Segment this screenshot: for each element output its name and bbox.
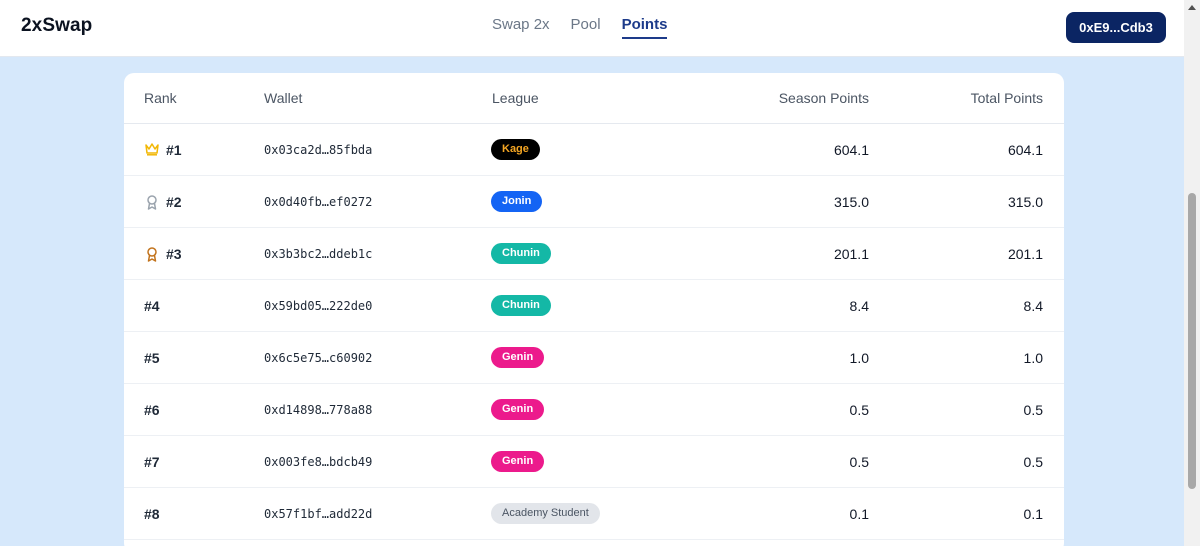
scroll-up-arrow-icon[interactable] (1188, 5, 1196, 10)
table-row[interactable]: #3 0x3b3bc2…ddeb1c Chunin 201.1 201.1 (124, 228, 1064, 280)
rank-cell: #3 (144, 228, 182, 279)
rank-cell: #8 (144, 488, 160, 539)
rank-label: #8 (144, 505, 160, 522)
wallet-address[interactable]: 0x6c5e75…c60902 (264, 332, 372, 383)
total-points-value: 0.5 (1023, 401, 1043, 418)
rank-cell: #6 (144, 384, 160, 435)
league-badge: Genin (491, 399, 545, 420)
wallet-address[interactable]: 0xd14898…778a88 (264, 384, 372, 435)
wallet-address[interactable]: 0x03ca2d…85fbda (264, 124, 372, 175)
rank-cell: #2 (144, 176, 182, 227)
league-badge: Academy Student (491, 503, 600, 524)
table-header: Rank Wallet League Season Points Total P… (124, 73, 1064, 124)
app-window: 2xSwap Swap 2x Pool Points 0xE9...Cdb3 R… (0, 0, 1200, 546)
season-points-value: 604.1 (833, 141, 869, 158)
total-points-value: 0.1 (1023, 505, 1043, 522)
league-badge: Jonin (491, 191, 543, 212)
league-cell: Chunin (491, 280, 551, 331)
league-badge: Genin (491, 347, 545, 368)
rank-label: #5 (144, 349, 160, 366)
total-points-value: 0.5 (1023, 453, 1043, 470)
wallet-address[interactable]: 0x3b3bc2…ddeb1c (264, 228, 372, 279)
rank-label: #1 (166, 141, 182, 158)
league-badge: Chunin (491, 243, 551, 264)
medal-icon (144, 194, 160, 210)
season-points-value: 0.5 (849, 453, 869, 470)
league-badge: Kage (491, 139, 540, 160)
rank-label: #2 (166, 193, 182, 210)
column-header-total-points: Total Points (970, 90, 1043, 106)
column-header-league: League (492, 90, 539, 106)
top-header: 2xSwap Swap 2x Pool Points 0xE9...Cdb3 (0, 0, 1184, 57)
season-points-value: 8.4 (849, 297, 869, 314)
table-row[interactable]: #7 0x003fe8…bdcb49 Genin 0.5 0.5 (124, 436, 1064, 488)
league-cell: Chunin (491, 228, 551, 279)
table-row[interactable]: #2 0x0d40fb…ef0272 Jonin 315.0 315.0 (124, 176, 1064, 228)
medal-icon (144, 246, 160, 262)
wallet-address[interactable]: 0x57f1bf…add22d (264, 488, 372, 539)
total-points-value: 201.1 (1007, 245, 1043, 262)
wallet-address[interactable]: 0x59bd05…222de0 (264, 280, 372, 331)
rank-cell: #1 (144, 124, 182, 175)
table-row[interactable]: #4 0x59bd05…222de0 Chunin 8.4 8.4 (124, 280, 1064, 332)
rank-label: #4 (144, 297, 160, 314)
league-cell: Academy Student (491, 488, 600, 539)
leaderboard-card: Rank Wallet League Season Points Total P… (124, 73, 1064, 546)
league-cell: Genin (491, 332, 545, 383)
league-cell: Genin (491, 436, 545, 487)
rank-cell: #5 (144, 332, 160, 383)
season-points-value: 315.0 (833, 193, 869, 210)
rank-label: #3 (166, 245, 182, 262)
rank-cell: #7 (144, 436, 160, 487)
total-points-value: 1.0 (1023, 349, 1043, 366)
total-points-value: 604.1 (1007, 141, 1043, 158)
rank-label: #7 (144, 453, 160, 470)
league-cell: Jonin (491, 176, 543, 227)
season-points-value: 0.5 (849, 401, 869, 418)
page-scrollbar[interactable] (1184, 0, 1200, 546)
wallet-address[interactable]: 0x0d40fb…ef0272 (264, 176, 372, 227)
tab-pool[interactable]: Pool (571, 16, 601, 39)
crown-icon (144, 142, 160, 158)
wallet-address[interactable]: 0x003fe8…bdcb49 (264, 436, 372, 487)
league-cell: Kage (491, 124, 540, 175)
scrollbar-thumb[interactable] (1188, 193, 1196, 489)
wallet-connect-button[interactable]: 0xE9...Cdb3 (1066, 12, 1166, 43)
season-points-value: 0.1 (849, 505, 869, 522)
table-row[interactable]: #1 0x03ca2d…85fbda Kage 604.1 604.1 (124, 124, 1064, 176)
column-header-season-points: Season Points (778, 90, 869, 106)
tab-points[interactable]: Points (621, 16, 668, 39)
season-points-value: 201.1 (833, 245, 869, 262)
season-points-value: 1.0 (849, 349, 869, 366)
brand-logo-text[interactable]: 2xSwap (21, 15, 92, 37)
table-body: #1 0x03ca2d…85fbda Kage 604.1 604.1 #2 0x0d40f… (124, 124, 1064, 540)
main-nav: Swap 2x Pool Points (492, 16, 668, 39)
table-row[interactable]: #6 0xd14898…778a88 Genin 0.5 0.5 (124, 384, 1064, 436)
rank-cell: #4 (144, 280, 160, 331)
rank-label: #6 (144, 401, 160, 418)
tab-swap-2x[interactable]: Swap 2x (492, 16, 550, 39)
total-points-value: 315.0 (1007, 193, 1043, 210)
league-badge: Chunin (491, 295, 551, 316)
table-row[interactable]: #5 0x6c5e75…c60902 Genin 1.0 1.0 (124, 332, 1064, 384)
column-header-wallet: Wallet (264, 90, 303, 106)
column-header-rank: Rank (144, 90, 177, 106)
table-row[interactable]: #8 0x57f1bf…add22d Academy Student 0.1 0.1 (124, 488, 1064, 540)
league-badge: Genin (491, 451, 545, 472)
total-points-value: 8.4 (1023, 297, 1043, 314)
league-cell: Genin (491, 384, 545, 435)
